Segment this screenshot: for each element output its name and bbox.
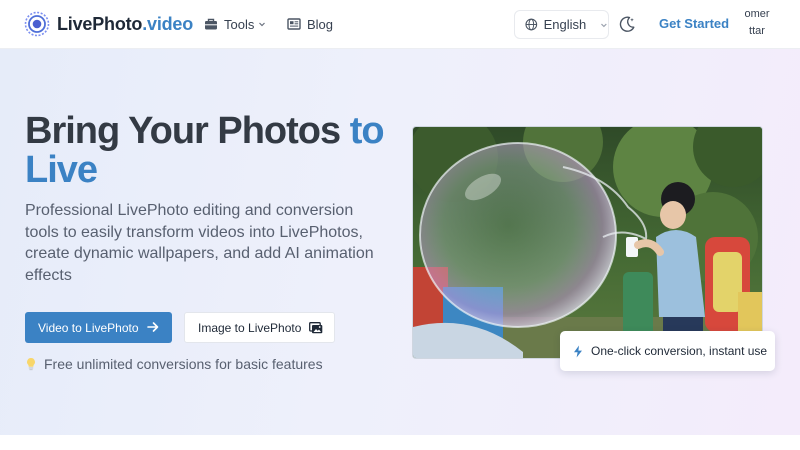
logo[interactable]: LivePhoto.video [24, 11, 193, 37]
images-icon [309, 322, 323, 334]
logo-ring-icon [24, 11, 50, 37]
nav-tools-label: Tools [224, 16, 255, 32]
hero-section: Bring Your Photos to Live Professional Li… [0, 49, 800, 435]
avatar-line-1: omer [744, 8, 770, 20]
image-to-livephoto-label: Image to LivePhoto [198, 320, 302, 335]
video-to-livephoto-label: Video to LivePhoto [38, 320, 139, 335]
arrow-right-icon [147, 322, 159, 332]
language-label: English [543, 17, 587, 32]
globe-icon [525, 18, 538, 31]
hero-description: Professional LivePhoto editing and conve… [25, 202, 374, 284]
nav-tools[interactable]: Tools [204, 14, 266, 34]
lightbulb-icon [27, 358, 35, 371]
hero-media-image [412, 126, 763, 359]
language-selector[interactable]: English [514, 10, 609, 39]
chevron-down-icon [601, 23, 607, 27]
free-conversions-note: Free unlimited conversions for basic fea… [25, 356, 323, 372]
image-to-livephoto-button[interactable]: Image to LivePhoto [184, 312, 335, 343]
get-started-link[interactable]: Get Started [659, 16, 729, 31]
feature-badge-text: One-click conversion, instant use [591, 344, 768, 358]
nav-blog-label: Blog [307, 16, 334, 32]
feature-badge: One-click conversion, instant use [560, 331, 775, 371]
moon-icon[interactable] [617, 14, 637, 34]
avatar-line-2: ttar [749, 25, 765, 37]
bubble-photo [413, 127, 762, 358]
logo-text: LivePhoto.video [57, 13, 194, 34]
chevron-down-icon [259, 22, 266, 27]
newspaper-icon [287, 18, 301, 30]
hero-title: Bring Your Photos to Live [25, 110, 385, 191]
video-to-livephoto-button[interactable]: Video to LivePhoto [25, 312, 172, 343]
bolt-icon [574, 345, 582, 357]
toolbox-icon [205, 18, 217, 30]
note-text: Free unlimited conversions for basic fea… [44, 356, 323, 372]
user-avatar[interactable]: omer ttar [742, 6, 772, 42]
nav-blog[interactable]: Blog [287, 14, 333, 34]
site-header: LivePhoto.video Tools Blog English Get S… [0, 0, 800, 49]
